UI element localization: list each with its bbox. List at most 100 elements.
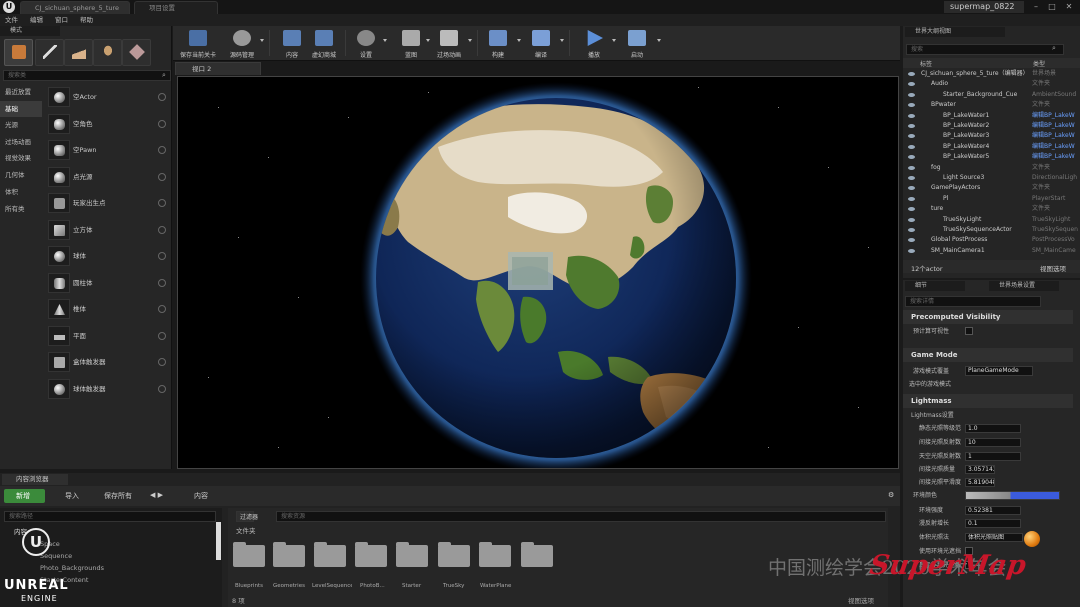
checkbox-precomputed[interactable] xyxy=(965,327,973,335)
save-level-button[interactable]: 保存当前关卡 xyxy=(178,27,218,60)
outliner-row[interactable]: BPwater 文件夹 xyxy=(903,100,1080,110)
actor-item-sphere[interactable]: 球体 xyxy=(46,243,170,269)
folder-icon[interactable] xyxy=(273,542,305,567)
actor-item-player-start[interactable]: 玩家出生点 xyxy=(46,190,170,216)
category-cinematic[interactable]: 过场动画 xyxy=(0,134,42,150)
visibility-eye-icon[interactable] xyxy=(908,238,915,243)
label-lightmass-settings[interactable]: Lightmass设置 xyxy=(911,411,954,420)
outliner-row[interactable]: BP_LakeWater4 编辑BP_LakeW xyxy=(903,142,1080,152)
folder-icon[interactable] xyxy=(355,542,387,567)
visibility-eye-icon[interactable] xyxy=(908,82,915,87)
column-label[interactable]: 标签 xyxy=(920,59,932,68)
tab-world-settings[interactable]: 世界场景设置 xyxy=(989,281,1059,291)
asset-search-input[interactable]: 搜索资源 xyxy=(276,511,886,522)
outliner-row[interactable]: BP_LakeWater2 编辑BP_LakeW xyxy=(903,121,1080,131)
tab-details[interactable]: 细节 xyxy=(905,281,965,291)
outliner-row[interactable]: Global PostProcess PostProcessVo xyxy=(903,235,1080,245)
lock-icon[interactable]: ⚙ xyxy=(888,491,894,499)
section-lightmass[interactable]: Lightmass xyxy=(903,394,1073,408)
outliner-row[interactable]: GamePlayActors 文件夹 xyxy=(903,183,1080,193)
actor-item-cone[interactable]: 椎体 xyxy=(46,296,170,322)
actor-item-sphere-trigger[interactable]: 球体触发器 xyxy=(46,376,170,402)
folder-icon[interactable] xyxy=(396,542,428,567)
minimize-icon[interactable]: – xyxy=(1030,1,1042,13)
visibility-eye-icon[interactable] xyxy=(908,248,915,253)
geometry-mode-button[interactable] xyxy=(122,39,151,66)
category-visual-effects[interactable]: 视觉效果 xyxy=(0,150,42,166)
visibility-eye-icon[interactable] xyxy=(908,92,915,97)
visibility-eye-icon[interactable] xyxy=(908,113,915,118)
outliner-row[interactable]: fog 文件夹 xyxy=(903,163,1080,173)
save-all-button[interactable]: 保存所有 xyxy=(104,491,132,501)
info-icon[interactable] xyxy=(158,146,166,154)
property-value-input[interactable]: 3.057143 xyxy=(965,465,995,474)
visibility-eye-icon[interactable] xyxy=(908,186,915,191)
outliner-row[interactable]: TrueSkyLight TrueSkyLight xyxy=(903,215,1080,225)
folder-icon[interactable] xyxy=(438,542,470,567)
nav-back-forward-icon[interactable]: ◀ ▶ xyxy=(150,491,163,499)
info-icon[interactable] xyxy=(158,385,166,393)
property-value-input[interactable]: 0.1 xyxy=(965,519,1021,528)
marketplace-button[interactable]: 虚幻商城 xyxy=(304,27,344,60)
outliner-row[interactable]: Pl PlayerStart xyxy=(903,194,1080,204)
visibility-eye-icon[interactable] xyxy=(908,124,915,128)
visibility-eye-icon[interactable] xyxy=(908,144,915,149)
build-button[interactable]: 构建 xyxy=(478,27,518,60)
import-button[interactable]: 导入 xyxy=(65,491,79,501)
visibility-eye-icon[interactable] xyxy=(908,103,915,108)
launch-button[interactable]: 启动 xyxy=(617,27,657,60)
source-control-button[interactable]: 源码管理 xyxy=(222,27,262,60)
cinematics-button[interactable]: 过场动画 xyxy=(429,27,469,60)
visibility-eye-icon[interactable] xyxy=(908,207,915,212)
property-value-input[interactable]: 5.819048 xyxy=(965,478,995,487)
category-all-classes[interactable]: 所有类 xyxy=(0,201,42,217)
info-icon[interactable] xyxy=(158,226,166,234)
asset-view-options[interactable]: 视图选项 xyxy=(848,595,874,605)
tree-scrollbar[interactable] xyxy=(216,522,221,560)
property-value-input[interactable]: 0.52381 xyxy=(965,506,1021,515)
info-icon[interactable] xyxy=(158,120,166,128)
folder-icon[interactable] xyxy=(314,542,346,567)
property-value-input[interactable]: 10 xyxy=(965,438,1021,447)
path-search-input[interactable]: 搜索路径 xyxy=(4,511,216,522)
actor-item-point-light[interactable]: 点光源 xyxy=(46,164,170,190)
compile-button[interactable]: 编译 xyxy=(521,27,561,60)
ambient-color-swatch[interactable] xyxy=(965,491,1060,500)
category-volumes[interactable]: 体积 xyxy=(0,184,42,200)
visibility-eye-icon[interactable] xyxy=(908,228,915,232)
visibility-eye-icon[interactable] xyxy=(908,165,915,170)
menu-file[interactable]: 文件 xyxy=(5,14,18,26)
column-type[interactable]: 类型 xyxy=(1033,59,1045,68)
actor-item-box-trigger[interactable]: 盒体触发器 xyxy=(46,349,170,375)
actor-item-empty-actor[interactable]: 空Actor xyxy=(46,84,170,110)
menu-help[interactable]: 帮助 xyxy=(80,14,93,26)
blueprints-button[interactable]: 蓝图 xyxy=(391,27,431,60)
settings-button[interactable]: 设置 xyxy=(346,27,386,60)
property-value-input[interactable]: 1.0 xyxy=(965,424,1021,433)
outliner-row[interactable]: BP_LakeWater5 编辑BP_LakeW xyxy=(903,152,1080,162)
actor-item-cylinder[interactable]: 圆柱体 xyxy=(46,270,170,296)
info-icon[interactable] xyxy=(158,199,166,207)
visibility-eye-icon[interactable] xyxy=(908,217,915,222)
visibility-eye-icon[interactable] xyxy=(908,134,915,139)
folder-icon[interactable] xyxy=(521,542,553,567)
info-icon[interactable] xyxy=(158,332,166,340)
outliner-view-options[interactable]: 视图选项 xyxy=(1040,263,1066,273)
category-lights[interactable]: 光源 xyxy=(0,117,42,133)
details-search-input[interactable]: 搜索详情 xyxy=(905,296,1041,307)
paint-mode-button[interactable] xyxy=(35,39,64,66)
filter-label[interactable]: 过滤器 xyxy=(240,512,258,521)
actor-item-empty-pawn[interactable]: 空Pawn xyxy=(46,137,170,163)
info-icon[interactable] xyxy=(158,279,166,287)
tab-project-settings[interactable]: 项目设置 xyxy=(134,1,218,14)
outliner-row[interactable]: CJ_sichuan_sphere_5_ture（编辑器） 世界场景 xyxy=(903,69,1080,79)
info-icon[interactable] xyxy=(158,305,166,313)
landscape-mode-button[interactable] xyxy=(64,39,93,66)
info-icon[interactable] xyxy=(158,252,166,260)
place-mode-button[interactable] xyxy=(4,39,33,66)
category-geometry[interactable]: 几何体 xyxy=(0,167,42,183)
property-value-input[interactable]: 体积光照贴图 xyxy=(965,533,1023,542)
outliner-row[interactable]: BP_LakeWater1 编辑BP_LakeW xyxy=(903,111,1080,121)
viewport[interactable] xyxy=(177,76,899,469)
visibility-eye-icon[interactable] xyxy=(908,72,915,76)
